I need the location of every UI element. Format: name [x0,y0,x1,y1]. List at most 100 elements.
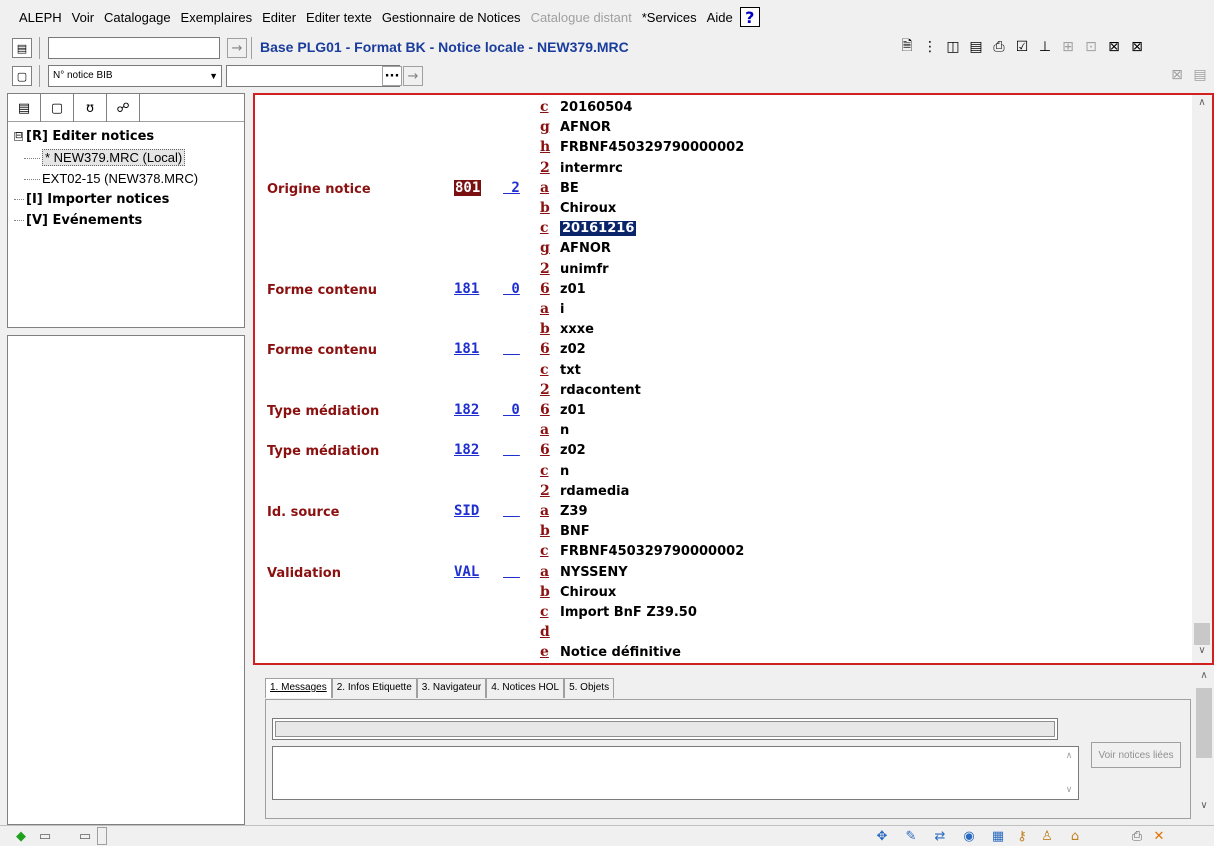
question-mark-icon[interactable]: ? [739,7,760,27]
record-row[interactable]: b xxxe [255,321,1185,341]
subfield-value[interactable]: Chiroux [560,201,616,216]
field-indicators[interactable] [503,442,537,458]
tree-node-importer-notices[interactable]: [I] Importer notices [14,189,238,210]
field-indicators[interactable] [503,564,537,580]
record-row[interactable]: h FRBNF450329790000002 [255,139,1185,159]
subfield-value[interactable]: rdacontent [560,383,641,398]
record-row[interactable]: c Import BnF Z39.50 [255,604,1185,624]
field-tag[interactable]: 801 [454,179,482,196]
scroll-down-icon[interactable]: ∨ [1062,785,1076,795]
user-icon[interactable]: ♙ [1038,828,1056,844]
subfield-code[interactable]: 2 [540,160,550,176]
book-icon[interactable]: ◫ [944,38,962,56]
bottom-scrollbar[interactable]: ∧ ∨ [1194,668,1214,818]
record-row[interactable]: e Notice définitive [255,644,1185,663]
subfield-value[interactable]: FRBNF450329790000002 [560,544,744,559]
record-row[interactable]: Forme contenu 181 6 z02 [255,341,1185,361]
field-indicators[interactable]: 2 [503,180,537,196]
field-tag[interactable]: 182 [454,402,479,418]
tree-node-new379[interactable]: * NEW379.MRC (Local) [14,147,238,168]
scroll-thumb[interactable] [1194,623,1210,645]
record-row[interactable]: Validation VAL a NYSSENY [255,564,1185,584]
record-icon[interactable]: ▤ [12,38,32,58]
globe-icon[interactable]: ◉ [960,828,978,844]
field-tag[interactable]: VAL [454,564,479,580]
record-row[interactable]: g AFNOR [255,240,1185,260]
subfield-value[interactable]: Chiroux [560,585,616,600]
subfield-code[interactable]: c [540,99,549,115]
record-row[interactable]: c txt [255,362,1185,382]
print-icon[interactable]: ⎙ [1128,828,1146,844]
subfield-code[interactable]: c [540,463,549,479]
message-text-area[interactable]: ∧ ∨ [272,746,1079,800]
field-indicators[interactable] [503,503,537,519]
record-row[interactable]: 2 unimfr [255,261,1185,281]
record-row[interactable]: cn [255,463,1185,483]
tab-notices-hol[interactable]: 4. Notices HOL [486,678,565,698]
menu-aide[interactable]: Aide [702,10,738,25]
record-row[interactable]: b Chiroux [255,584,1185,604]
subfield-code[interactable]: 2 [540,382,550,398]
menu-services[interactable]: *Services [637,10,702,25]
menu-aleph[interactable]: ALEPH [14,10,67,25]
record-editor[interactable]: c 20160504 g AFNOR h FRBNF450329790000002 2 int… [253,93,1214,665]
subfield-code[interactable]: a [540,422,549,438]
tab-objets[interactable]: 5. Objets [564,678,615,698]
close-record-icon[interactable]: ⊠ [1105,38,1123,56]
scroll-up-icon[interactable]: ∧ [1062,751,1076,761]
scroll-down-icon[interactable]: ∨ [1192,645,1212,661]
scroll-down-icon[interactable]: ∨ [1194,800,1214,816]
edit-record-icon[interactable]: ▤ [8,94,41,122]
subfield-code[interactable]: 6 [540,341,550,357]
subfield-value[interactable]: Notice définitive [560,645,681,660]
subfield-code[interactable]: c [540,220,549,236]
record-row[interactable]: b Chiroux [255,200,1185,220]
field-indicators[interactable]: 0 [503,402,537,418]
subfield-code[interactable]: h [540,139,550,155]
arrow-right-icon[interactable]: → [227,38,247,58]
subfield-value[interactable]: intermrc [560,161,623,176]
scroll-up-icon[interactable]: ∧ [1192,97,1212,113]
field-indicators[interactable] [503,341,537,357]
subfield-code[interactable]: a [540,180,549,196]
subfield-value[interactable]: Import BnF Z39.50 [560,605,697,620]
subfield-value[interactable]: i [560,302,564,317]
marc-icon[interactable]: ✎ [902,828,920,844]
binoculars-icon[interactable]: ☍ [107,94,140,122]
subfield-code[interactable]: b [540,321,550,337]
tab-infos-etiquette[interactable]: 2. Infos Etiquette [331,678,417,698]
subfield-value[interactable]: n [560,423,569,438]
subfield-value[interactable]: NYSSENY [560,565,628,580]
record-row[interactable]: 2 rdamedia [255,483,1185,503]
subfield-value[interactable]: BE [560,181,579,196]
subfield-code[interactable]: c [540,604,549,620]
field-indicators[interactable]: 0 [503,281,537,297]
subfield-value[interactable]: BNF [560,524,590,539]
new-record-icon[interactable]: 🗎 [898,38,916,56]
subfield-code[interactable]: 6 [540,442,550,458]
page-icon[interactable]: ▢ [12,66,32,86]
list-icon[interactable]: ▤ [967,38,985,56]
subfield-value[interactable]: Z39 [560,504,588,519]
menu-exemplaires[interactable]: Exemplaires [176,10,258,25]
subfield-code[interactable]: d [540,624,550,640]
tree-icon[interactable]: ⋮ [921,38,939,56]
tree-node-evenements[interactable]: [V] Evénements [14,210,238,231]
collapse-icon[interactable]: ⊟ [14,132,23,141]
subfield-code[interactable]: c [540,543,549,559]
subfield-code[interactable]: 2 [540,483,550,499]
record-row[interactable]: Forme contenu 181 0 6 z01 [255,281,1185,301]
subfield-code[interactable]: b [540,200,550,216]
subfield-value[interactable]: z01 [560,282,586,297]
subfield-code[interactable]: b [540,523,550,539]
subfield-value[interactable]: unimfr [560,262,609,277]
scroll-thumb[interactable] [1196,688,1212,758]
record-row[interactable]: c FRBNF450329790000002 [255,543,1185,563]
menu-voir[interactable]: Voir [67,10,99,25]
arrow-right-icon[interactable]: → [403,66,423,86]
scroll-up-icon[interactable]: ∧ [1194,670,1214,686]
record-row[interactable]: Id. source SID a Z39 [255,503,1185,523]
subfield-code[interactable]: g [540,240,550,256]
field-tag[interactable]: 181 [454,341,479,357]
menu-editer-texte[interactable]: Editer texte [301,10,377,25]
